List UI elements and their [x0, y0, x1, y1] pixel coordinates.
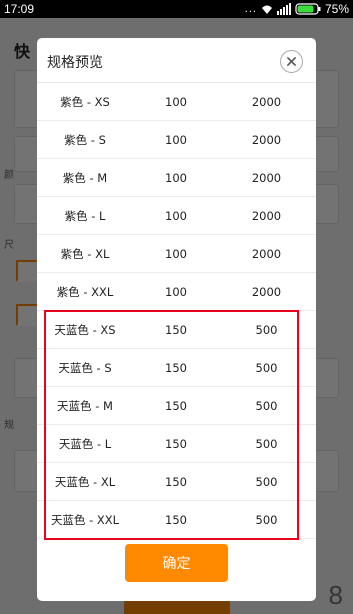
spec-name: 天蓝色 - M — [57, 398, 113, 413]
list-item: 紫色 - XL 100 2000 — [37, 235, 316, 273]
status-time: 17:09 — [4, 2, 35, 16]
list-item: 紫色 - S 100 2000 — [37, 121, 316, 159]
spec-name: 天蓝色 - XXL — [50, 512, 120, 527]
close-icon — [287, 57, 296, 66]
spec-preview-dialog: 规格预览 紫色 - XS 100 2000 紫色 - S 100 2000 紫色… — [37, 38, 316, 601]
spec-name: 紫色 - L — [64, 208, 106, 223]
list-item: 天蓝色 - XL 150 500 — [37, 463, 316, 501]
list-item: 紫色 - XS 100 2000 — [37, 83, 316, 121]
spec-name: 天蓝色 - XL — [54, 474, 116, 489]
spec-price: 500 — [255, 322, 278, 337]
spec-price: 500 — [255, 436, 278, 451]
spec-price: 2000 — [251, 132, 282, 147]
spec-price: 500 — [255, 398, 278, 413]
confirm-button[interactable]: 确定 — [125, 544, 228, 582]
list-item: 天蓝色 - S 150 500 — [37, 349, 316, 387]
spec-price: 2000 — [251, 284, 282, 299]
spec-stock: 150 — [165, 474, 187, 489]
spec-name: 紫色 - S — [64, 132, 106, 147]
wifi-icon — [261, 5, 272, 14]
list-item: 天蓝色 - L 150 500 — [37, 425, 316, 463]
spec-name: 天蓝色 - XS — [54, 322, 116, 337]
spec-price: 500 — [255, 512, 278, 527]
list-item: 天蓝色 - M 150 500 — [37, 387, 316, 425]
spec-name: 天蓝色 - L — [58, 436, 112, 451]
battery-icon — [295, 3, 321, 15]
spec-stock: 150 — [165, 322, 187, 337]
spec-name: 紫色 - XS — [60, 94, 110, 109]
status-icons: ... 75% — [245, 0, 349, 18]
spec-price: 2000 — [251, 246, 282, 261]
spec-stock: 100 — [165, 170, 187, 185]
spec-stock: 100 — [165, 246, 187, 261]
battery-percent: 75% — [324, 2, 349, 16]
spec-list: 紫色 - XS 100 2000 紫色 - S 100 2000 紫色 - M … — [37, 83, 316, 539]
spec-stock: 150 — [165, 398, 187, 413]
list-item: 天蓝色 - XS 150 500 — [37, 311, 316, 349]
spec-price: 2000 — [251, 94, 282, 109]
signal-icon — [276, 3, 291, 15]
spec-stock: 150 — [165, 436, 187, 451]
spec-stock: 100 — [165, 284, 187, 299]
notification-dots: ... — [244, 3, 257, 15]
spec-price: 500 — [255, 360, 278, 375]
spec-stock: 100 — [165, 208, 187, 223]
dialog-header: 规格预览 — [37, 38, 316, 83]
spec-stock: 100 — [165, 94, 187, 109]
spec-price: 500 — [255, 474, 278, 489]
spec-price: 2000 — [251, 208, 282, 223]
list-item: 紫色 - L 100 2000 — [37, 197, 316, 235]
spec-stock: 100 — [165, 132, 187, 147]
spec-name: 紫色 - XL — [60, 246, 110, 261]
list-item: 天蓝色 - XXL 150 500 — [37, 501, 316, 539]
spec-price: 2000 — [251, 170, 282, 185]
spec-name: 紫色 - XXL — [56, 284, 114, 299]
list-item: 紫色 - XXL 100 2000 — [37, 273, 316, 311]
list-item: 紫色 - M 100 2000 — [37, 159, 316, 197]
status-bar: 17:09 ... 75% — [0, 0, 353, 18]
spec-stock: 150 — [165, 512, 187, 527]
close-button[interactable] — [280, 50, 303, 73]
spec-name: 天蓝色 - S — [58, 360, 112, 375]
dialog-title: 规格预览 — [47, 55, 103, 71]
spec-name: 紫色 - M — [62, 170, 108, 185]
spec-stock: 150 — [165, 360, 187, 375]
